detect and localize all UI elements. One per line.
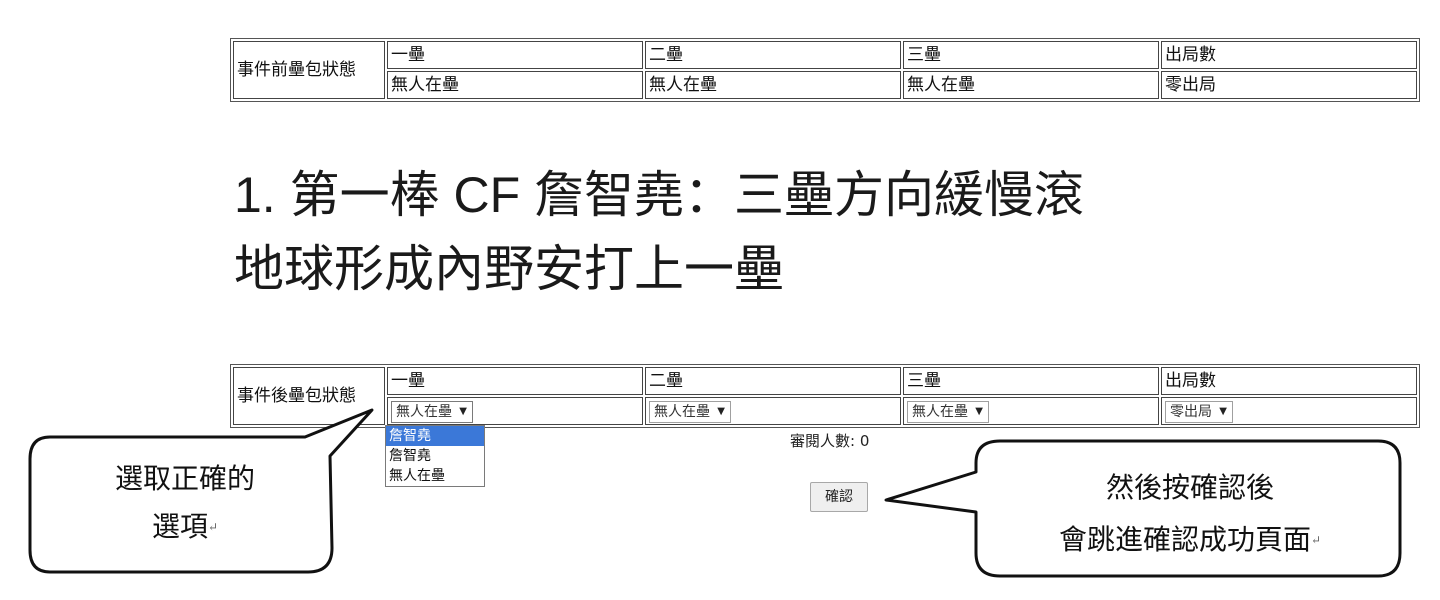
heading-line-1: 1. 第一棒 CF 詹智堯：三壘方向緩慢滾 [234,167,1085,223]
after-cell-first-base: 無人在壘 ▼ [387,397,643,425]
before-value-first-base: 無人在壘 [387,71,643,99]
dropdown-option[interactable]: 無人在壘 [386,466,484,486]
after-header-second-base: 二壘 [645,367,901,395]
after-header-first-base: 一壘 [387,367,643,395]
second-base-select[interactable]: 無人在壘 ▼ [649,400,731,423]
before-header-first-base: 一壘 [387,41,643,69]
heading-line-2: 地球形成內野安打上一壘 [234,241,784,297]
left-callout-line-1: 選取正確的 [114,462,255,495]
after-cell-third-base: 無人在壘 ▼ [903,397,1159,425]
after-header-third-base: 三壘 [903,367,1159,395]
first-base-dropdown-list: 詹智堯 詹智堯 無人在壘 [385,425,485,487]
before-header-outs: 出局數 [1161,41,1417,69]
right-callout-line-2: 會跳進確認成功頁面 [1058,523,1311,556]
after-cell-second-base: 無人在壘 ▼ [645,397,901,425]
play-description-heading: 1. 第一棒 CF 詹智堯：三壘方向緩慢滾 地球形成內野安打上一壘 [234,158,1334,306]
before-value-second-base: 無人在壘 [645,71,901,99]
viewer-count: 審閱人數: 0 [790,432,870,450]
left-callout-line-2-wrap: 選項↵ [40,503,330,551]
before-value-outs: 零出局 [1161,71,1417,99]
dropdown-option[interactable]: 詹智堯 [386,446,484,466]
first-base-select[interactable]: 無人在壘 ▼ [391,400,473,423]
before-state-table: 事件前壘包狀態 一壘 二壘 三壘 出局數 無人在壘 無人在壘 無人在壘 零出局 [230,38,1420,102]
outs-select[interactable]: 零出局 ▼ [1165,400,1233,423]
third-base-select-value: 無人在壘 [912,403,968,420]
left-callout-line-2: 選項 [151,510,208,543]
triangle-down-icon: ▼ [717,405,725,417]
triangle-down-icon: ▼ [975,405,983,417]
third-base-select[interactable]: 無人在壘 ▼ [907,400,989,423]
left-callout-text: 選取正確的 選項↵ [40,455,330,551]
triangle-down-icon: ▼ [1219,405,1227,417]
right-callout-line-1: 然後按確認後 [1105,471,1274,504]
return-mark-icon: ↵ [207,520,219,534]
confirm-button[interactable]: 確認 [810,482,868,512]
before-value-third-base: 無人在壘 [903,71,1159,99]
outs-select-value: 零出局 [1170,403,1212,420]
after-state-label: 事件後壘包狀態 [233,367,385,425]
after-header-outs: 出局數 [1161,367,1417,395]
after-cell-outs: 零出局 ▼ [1161,397,1417,425]
before-header-second-base: 二壘 [645,41,901,69]
dropdown-option[interactable]: 詹智堯 [386,426,484,446]
before-header-third-base: 三壘 [903,41,1159,69]
right-callout-line-2-wrap: 會跳進確認成功頁面↵ [990,514,1390,566]
right-callout-text: 然後按確認後 會跳進確認成功頁面↵ [990,462,1390,566]
second-base-select-value: 無人在壘 [654,403,710,420]
triangle-down-icon: ▼ [459,405,467,417]
return-mark-icon: ↵ [1310,533,1322,547]
first-base-select-value: 無人在壘 [396,403,452,420]
after-state-table: 事件後壘包狀態 一壘 二壘 三壘 出局數 無人在壘 ▼ 無人在壘 ▼ 無人在壘 … [230,364,1420,428]
before-state-label: 事件前壘包狀態 [233,41,385,99]
